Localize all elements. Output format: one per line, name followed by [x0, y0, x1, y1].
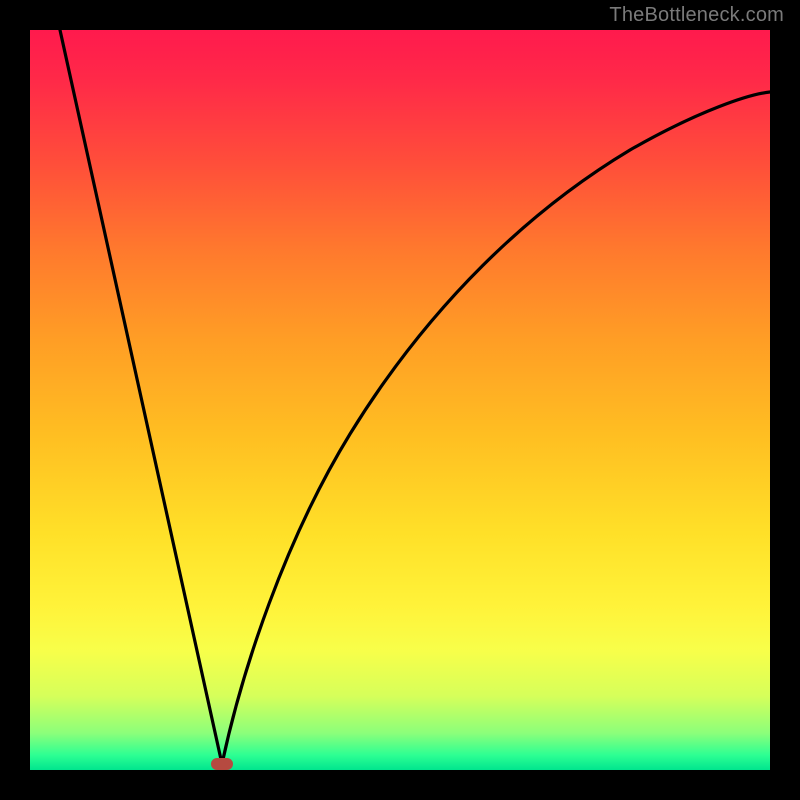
- chart-stage: TheBottleneck.com: [0, 0, 800, 800]
- bottleneck-curve: [30, 30, 770, 770]
- x-axis: [28, 770, 772, 772]
- minimum-marker: [211, 758, 233, 770]
- plot-area: [30, 30, 770, 770]
- curve-path: [60, 30, 770, 764]
- y-axis: [28, 30, 30, 772]
- watermark-text: TheBottleneck.com: [609, 4, 784, 27]
